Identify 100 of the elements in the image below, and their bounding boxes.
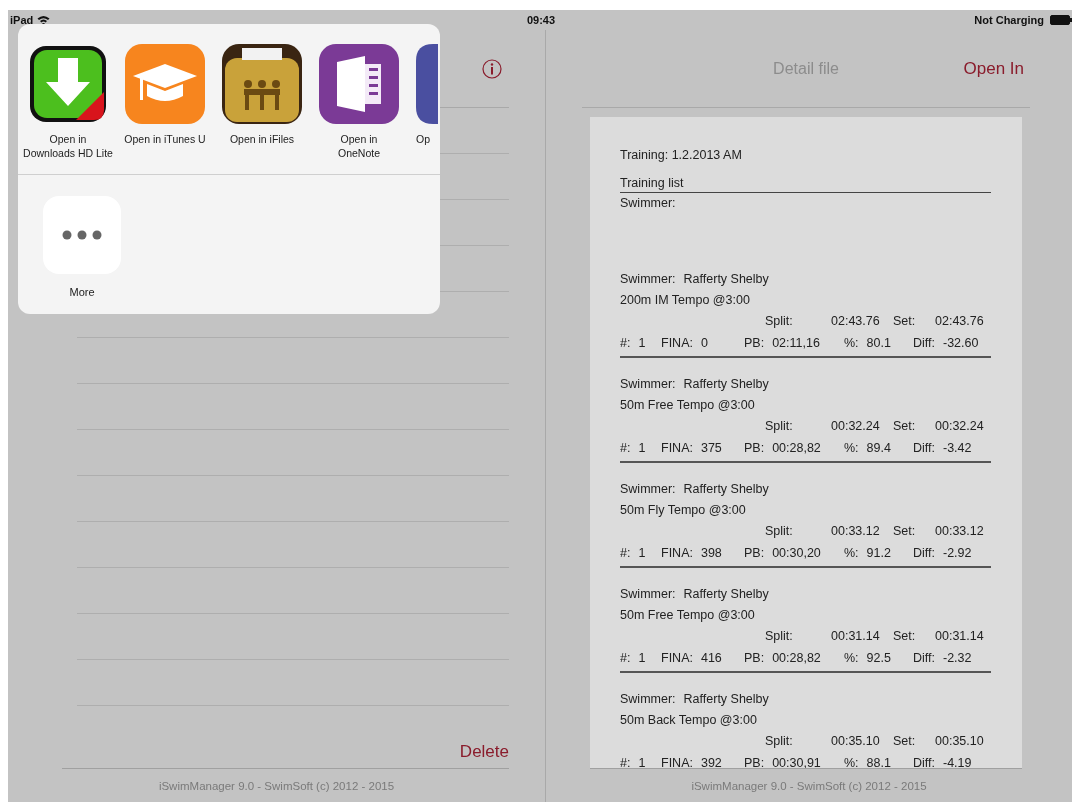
swimmer-label: Swimmer: xyxy=(620,376,676,393)
split-label: Split: xyxy=(765,629,793,643)
split-time: 00:31.14 xyxy=(831,629,880,643)
swimmer-heading: Swimmer: xyxy=(620,196,676,210)
set-label: Set: xyxy=(893,524,916,538)
stat-label: %: xyxy=(844,545,859,562)
list-heading: Training list xyxy=(620,176,684,190)
set-time: 02:43.76 xyxy=(935,313,984,330)
device-name: iPad xyxy=(10,14,34,26)
stat-value: 88.1 xyxy=(866,755,891,768)
swimmer-label: Swimmer: xyxy=(620,691,676,708)
set-time: 00:32.24 xyxy=(935,418,984,435)
stat-label: PB: xyxy=(744,335,765,352)
stat-value: 00:28,82 xyxy=(772,650,821,667)
set-time: 00:33.12 xyxy=(935,523,984,540)
event-name: 200m IM Tempo @3:00 xyxy=(620,293,750,307)
event-name: 50m Back Tempo @3:00 xyxy=(620,713,757,727)
swimmer-label: Swimmer: xyxy=(620,586,676,603)
stat-value: -3.42 xyxy=(943,440,972,457)
split-label: Split: xyxy=(765,314,793,328)
stat-value: 416 xyxy=(700,650,722,667)
stat-label: #: xyxy=(620,335,631,352)
status-time: 09:43 xyxy=(526,14,556,26)
split-time: 00:33.12 xyxy=(831,524,880,538)
stat-label: Diff: xyxy=(913,335,935,352)
stat-label: %: xyxy=(844,755,859,768)
notebook-icon xyxy=(319,44,399,124)
swimmer-name: Rafferty Shelby xyxy=(683,481,769,498)
stat-value: 92.5 xyxy=(866,650,891,667)
share-app-item[interactable]: Open in OneNote xyxy=(311,44,407,174)
share-app-item[interactable]: Open in iFiles xyxy=(214,44,310,174)
set-time: 00:31.14 xyxy=(935,628,984,645)
swimmer-name: Rafferty Shelby xyxy=(683,376,769,393)
stat-value: 375 xyxy=(700,440,722,457)
split-time: 02:43.76 xyxy=(831,314,880,328)
stat-value: 1 xyxy=(638,440,646,457)
share-app-item[interactable]: Op xyxy=(416,44,438,174)
stat-label: FINA: xyxy=(661,335,693,352)
stat-label: %: xyxy=(844,335,859,352)
stat-label: PB: xyxy=(744,440,765,457)
stat-label: #: xyxy=(620,545,631,562)
share-app-item[interactable]: Open in iTunes U xyxy=(117,44,213,174)
stat-value: 398 xyxy=(700,545,722,562)
split-label: Split: xyxy=(765,419,793,433)
stat-value: 0 xyxy=(700,335,708,352)
stat-label: %: xyxy=(844,650,859,667)
stat-value: 89.4 xyxy=(866,440,891,457)
set-label: Set: xyxy=(893,419,916,433)
stat-value: 1 xyxy=(638,545,646,562)
stat-value: 91.2 xyxy=(866,545,891,562)
stat-label: FINA: xyxy=(661,650,693,667)
split-time: 00:32.24 xyxy=(831,419,880,433)
split-label: Split: xyxy=(765,524,793,538)
footer-text: iSwimManager 9.0 - SwimSoft (c) 2012 - 2015 xyxy=(691,779,927,792)
stat-label: Diff: xyxy=(913,440,935,457)
stat-value: 00:28,82 xyxy=(772,440,821,457)
info-icon[interactable] xyxy=(482,58,502,79)
set-label: Set: xyxy=(893,734,916,748)
delete-button[interactable]: Delete xyxy=(459,742,509,762)
stat-label: FINA: xyxy=(661,440,693,457)
stat-value: 1 xyxy=(638,650,646,667)
training-title: Training: 1.2.2013 AM xyxy=(620,148,742,162)
swimmer-name: Rafferty Shelby xyxy=(683,691,769,708)
set-time: 00:35.10 xyxy=(935,733,984,750)
stat-label: Diff: xyxy=(913,650,935,667)
stat-value: -2.92 xyxy=(943,545,972,562)
set-label: Set: xyxy=(893,314,916,328)
stat-label: #: xyxy=(620,650,631,667)
stat-value: 1 xyxy=(638,335,646,352)
stat-value: 80.1 xyxy=(866,335,891,352)
share-app-item[interactable]: Open in Downloads HD Lite xyxy=(20,44,116,174)
folder-people-icon xyxy=(222,44,302,124)
swimmer-label: Swimmer: xyxy=(620,271,676,288)
app-icon xyxy=(416,44,438,124)
footer-text: iSwimManager 9.0 - SwimSoft (c) 2012 - 2015 xyxy=(158,779,395,792)
stat-label: FINA: xyxy=(661,545,693,562)
swimmer-name: Rafferty Shelby xyxy=(683,586,769,603)
stat-label: FINA: xyxy=(661,755,693,768)
stat-value: 02:11,16 xyxy=(772,335,820,352)
event-name: 50m Fly Tempo @3:00 xyxy=(620,503,746,517)
set-label: Set: xyxy=(893,629,916,643)
stat-label: Diff: xyxy=(913,755,935,768)
battery-status: Not Charging xyxy=(974,14,1044,26)
stat-value: 00:30,91 xyxy=(772,755,821,768)
stat-value: 00:30,20 xyxy=(772,545,821,562)
open-in-button[interactable]: Open In xyxy=(963,58,1024,79)
stat-label: PB: xyxy=(744,755,765,768)
wifi-icon xyxy=(37,15,51,25)
stat-label: PB: xyxy=(744,545,765,562)
swimmer-name: Rafferty Shelby xyxy=(683,271,769,288)
stat-value: -32.60 xyxy=(943,335,979,352)
event-name: 50m Free Tempo @3:00 xyxy=(620,398,755,412)
split-label: Split: xyxy=(765,734,793,748)
stat-value: 392 xyxy=(700,755,722,768)
stat-value: 1 xyxy=(638,755,646,768)
battery-icon xyxy=(1050,15,1072,25)
stat-label: #: xyxy=(620,755,631,768)
stat-label: Diff: xyxy=(913,545,935,562)
stat-label: %: xyxy=(844,440,859,457)
stat-label: #: xyxy=(620,440,631,457)
